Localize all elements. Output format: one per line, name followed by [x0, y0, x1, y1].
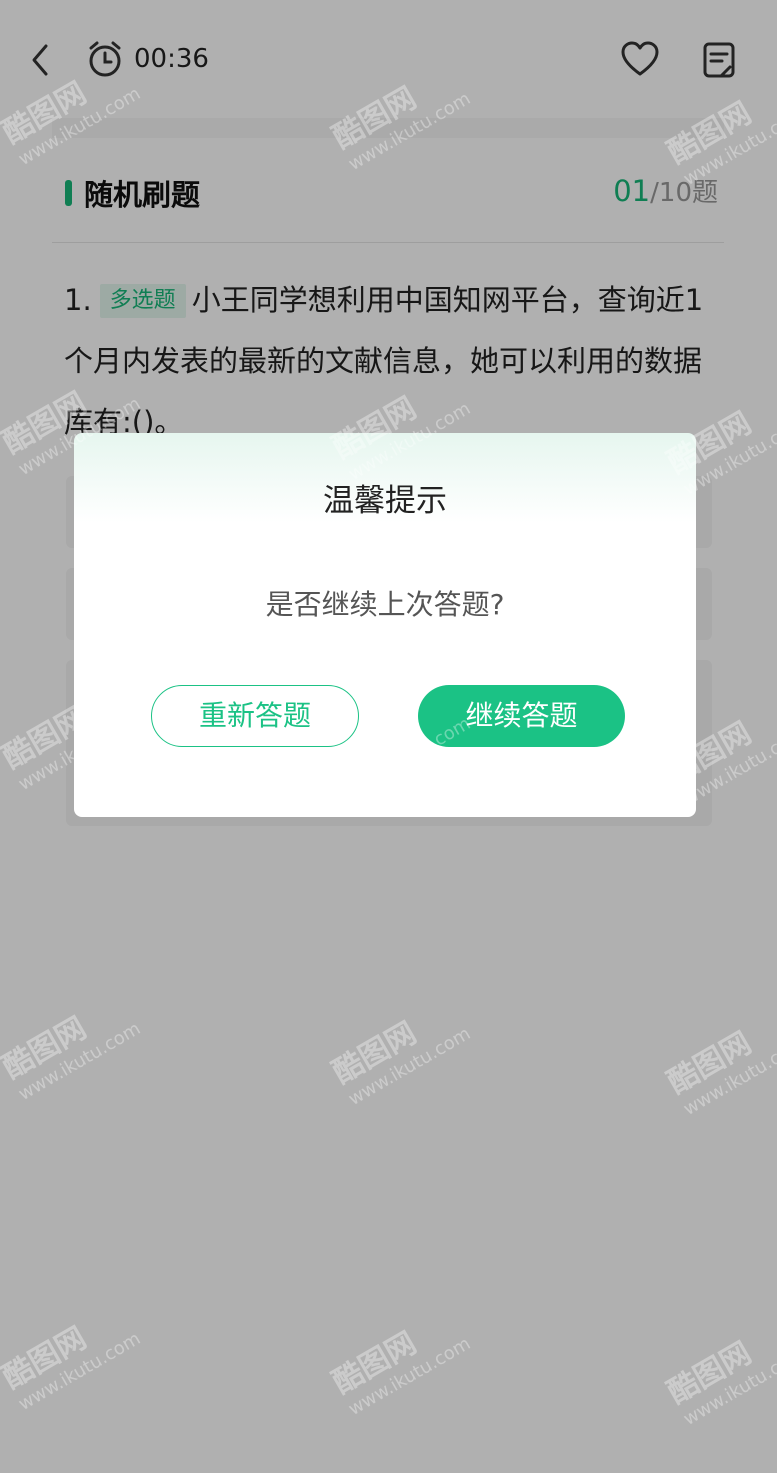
resume-dialog: 温馨提示 是否继续上次答题? 重新答题 继续答题: [74, 433, 696, 817]
continue-button[interactable]: 继续答题: [418, 685, 625, 747]
dialog-message: 是否继续上次答题?: [265, 588, 505, 621]
restart-button[interactable]: 重新答题: [151, 685, 359, 747]
dialog-title: 温馨提示: [323, 483, 447, 519]
